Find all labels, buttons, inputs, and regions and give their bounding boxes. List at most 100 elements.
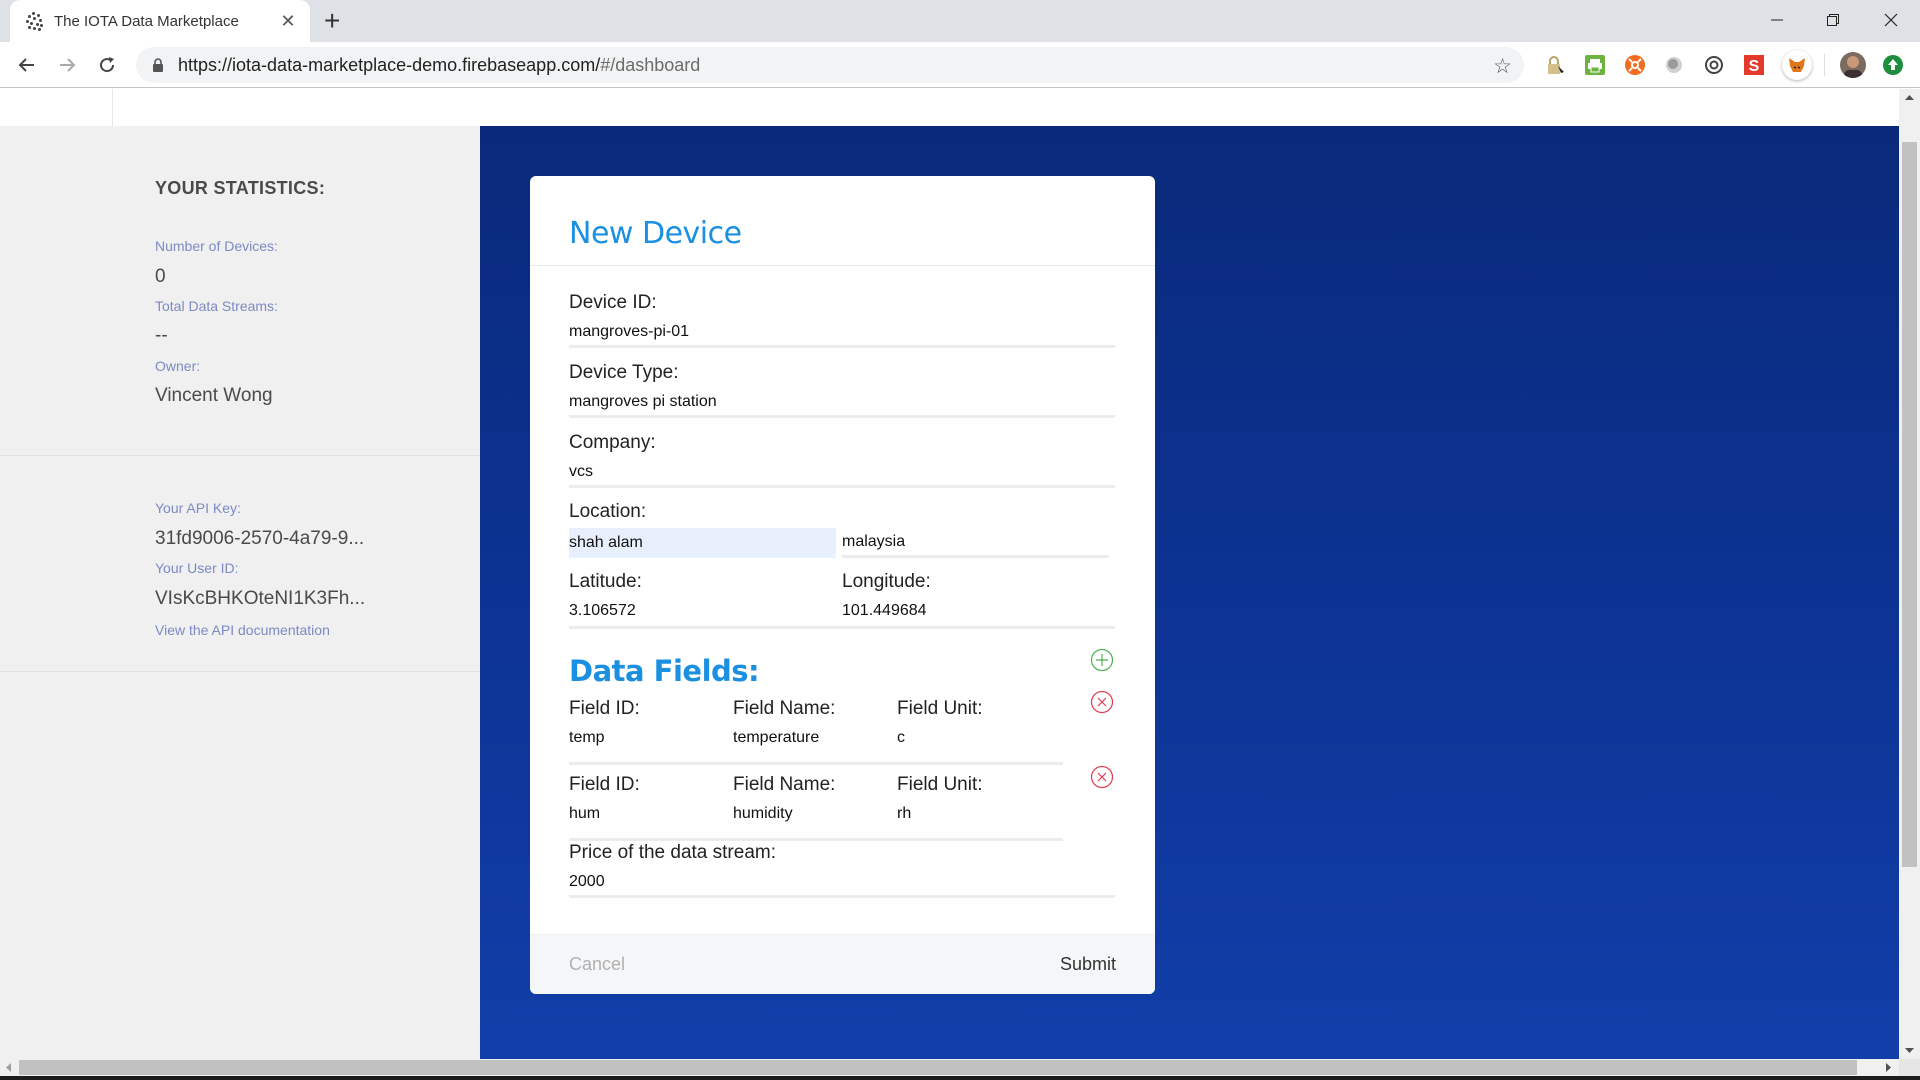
field-unit-input[interactable]	[897, 725, 1057, 751]
field-id-label: Field ID:	[569, 698, 640, 719]
statistics-heading: YOUR STATISTICS:	[155, 178, 326, 198]
device-id-input[interactable]	[569, 319, 1115, 345]
scroll-left-arrow-icon[interactable]	[0, 1059, 17, 1076]
coordinates-field: Latitude: Longitude:	[569, 571, 1115, 629]
price-input[interactable]	[569, 869, 1115, 895]
device-type-input[interactable]	[569, 389, 1115, 415]
modal-header: New Device	[530, 176, 1155, 266]
x-circle-icon	[1090, 765, 1114, 789]
field-name-group: Field Name:	[733, 774, 893, 827]
orange-extension-icon[interactable]	[1624, 54, 1646, 76]
close-tab-icon[interactable]: ✕	[278, 11, 298, 32]
reload-button[interactable]	[92, 50, 122, 80]
device-type-label: Device Type:	[569, 362, 679, 383]
close-icon	[1884, 13, 1898, 27]
user-id-value: VIsKcBHKOteNI1K3Fh...	[155, 588, 366, 609]
toolbar-divider	[1824, 54, 1825, 76]
latitude-input[interactable]	[569, 598, 842, 624]
top-navbar	[0, 89, 1899, 126]
modal-title: New Device	[569, 216, 742, 251]
field-id-input[interactable]	[569, 725, 729, 751]
api-section: Your API Key: 31fd9006-2570-4a79-9... Yo…	[0, 456, 480, 672]
price-field: Price of the data stream:	[569, 842, 1115, 898]
update-icon[interactable]	[1882, 54, 1904, 76]
location-city-input[interactable]	[569, 528, 836, 558]
address-bar[interactable]: https://iota-data-marketplace-demo.fireb…	[136, 47, 1524, 83]
add-field-button[interactable]	[1090, 648, 1114, 672]
field-unit-label: Field Unit:	[897, 698, 983, 719]
horizontal-scrollbar-thumb[interactable]	[19, 1060, 1857, 1075]
iota-logo-icon	[24, 11, 44, 31]
remove-field-button[interactable]	[1090, 690, 1114, 714]
scroll-right-arrow-icon[interactable]	[1880, 1059, 1897, 1076]
data-fields-heading: Data Fields:	[569, 654, 760, 688]
scrollbar-corner	[1899, 1059, 1920, 1076]
field-unit-input[interactable]	[897, 801, 1057, 827]
openai-icon[interactable]	[1703, 54, 1725, 76]
svg-text:S: S	[1749, 58, 1760, 75]
user-id-label: Your User ID:	[155, 560, 239, 576]
sidebar: YOUR STATISTICS: Number of Devices: 0 To…	[0, 126, 480, 1059]
location-field: Location:	[569, 501, 1115, 559]
grey-circle-icon[interactable]	[1663, 54, 1685, 76]
cancel-button[interactable]: Cancel	[569, 954, 625, 975]
vertical-scrollbar-thumb[interactable]	[1902, 142, 1917, 867]
location-label: Location:	[569, 501, 647, 522]
vertical-scrollbar[interactable]	[1899, 89, 1920, 1059]
arrow-left-icon	[18, 58, 34, 72]
modal-footer: Cancel Submit	[530, 934, 1155, 994]
field-name-label: Field Name:	[733, 698, 836, 719]
field-unit-label: Field Unit:	[897, 774, 983, 795]
browser-tab-strip: The IOTA Data Marketplace ✕ +	[0, 0, 1920, 42]
horizontal-scrollbar[interactable]	[0, 1059, 1899, 1076]
tab-title: The IOTA Data Marketplace	[54, 12, 239, 30]
field-id-group: Field ID:	[569, 698, 729, 751]
scroll-up-arrow-icon[interactable]	[1899, 89, 1920, 106]
field-unit-group: Field Unit:	[897, 774, 1057, 827]
print-friendly-icon[interactable]	[1584, 54, 1606, 76]
owner-value: Vincent Wong	[155, 385, 273, 406]
back-button[interactable]	[12, 50, 42, 80]
latitude-label: Latitude:	[569, 571, 642, 592]
company-field: Company:	[569, 432, 1115, 488]
lock-icon	[152, 58, 164, 72]
minimize-button[interactable]	[1754, 6, 1800, 34]
close-window-button[interactable]	[1868, 6, 1914, 34]
devices-value: 0	[155, 266, 166, 287]
price-label: Price of the data stream:	[569, 842, 776, 863]
longitude-group: Longitude:	[842, 571, 1115, 624]
navbar-divider	[112, 89, 113, 126]
devices-label: Number of Devices:	[155, 238, 278, 254]
device-id-label: Device ID:	[569, 292, 657, 313]
scroll-down-arrow-icon[interactable]	[1899, 1042, 1920, 1059]
longitude-input[interactable]	[842, 598, 1115, 624]
restore-icon	[1827, 14, 1839, 26]
api-docs-link[interactable]: View the API documentation	[155, 622, 330, 638]
metamask-fox-icon[interactable]	[1782, 50, 1812, 80]
field-id-label: Field ID:	[569, 774, 640, 795]
password-manager-icon[interactable]	[1544, 54, 1566, 76]
statistics-section: YOUR STATISTICS: Number of Devices: 0 To…	[0, 126, 480, 456]
device-type-field: Device Type:	[569, 362, 1115, 418]
minimize-icon	[1771, 19, 1783, 21]
longitude-label: Longitude:	[842, 571, 931, 592]
field-name-input[interactable]	[733, 725, 893, 751]
profile-avatar[interactable]	[1840, 52, 1866, 78]
submit-button[interactable]: Submit	[1060, 954, 1116, 975]
new-device-modal: New Device Device ID: Device Type: Compa…	[530, 176, 1155, 994]
reload-icon	[100, 57, 115, 73]
remove-field-button[interactable]	[1090, 765, 1114, 789]
field-id-group: Field ID:	[569, 774, 729, 827]
s-extension-icon[interactable]: S	[1743, 54, 1765, 76]
arrow-right-icon	[60, 58, 76, 72]
field-id-input[interactable]	[569, 801, 729, 827]
streams-label: Total Data Streams:	[155, 298, 278, 314]
location-country-input[interactable]	[842, 528, 1109, 558]
bookmark-star-icon[interactable]: ☆	[1493, 54, 1512, 79]
restore-button[interactable]	[1810, 6, 1856, 34]
new-tab-button[interactable]: +	[324, 7, 340, 35]
company-input[interactable]	[569, 459, 1115, 485]
forward-button[interactable]	[52, 50, 82, 80]
browser-tab[interactable]: The IOTA Data Marketplace ✕	[10, 0, 310, 42]
field-name-input[interactable]	[733, 801, 893, 827]
